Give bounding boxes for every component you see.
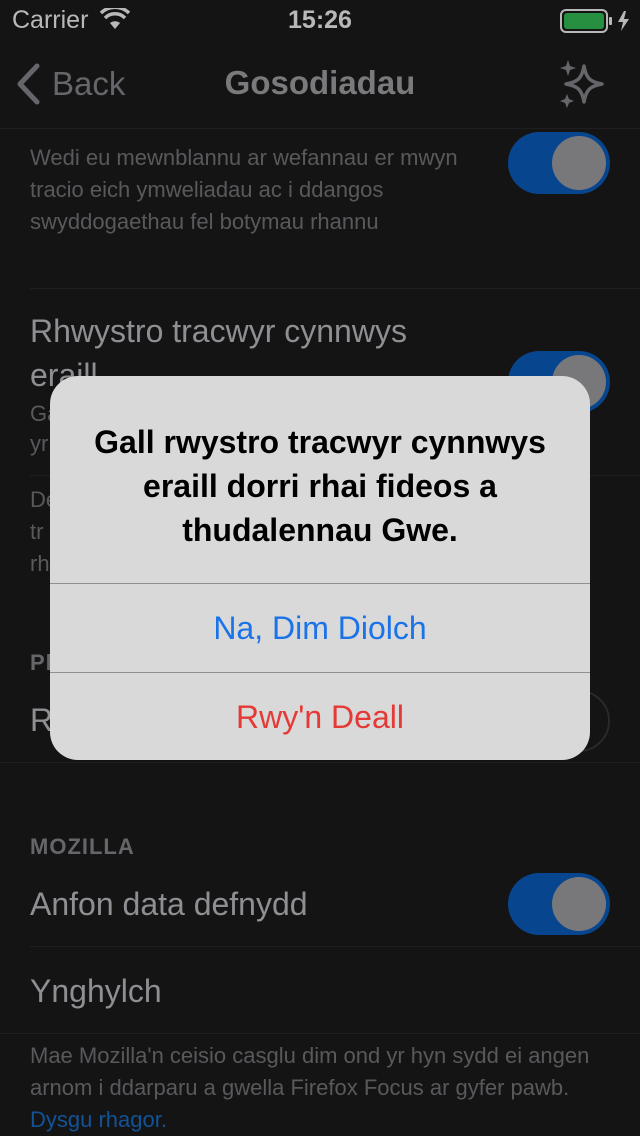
alert-dialog: Gall rwystro tracwyr cynnwys eraill dorr… — [50, 376, 590, 760]
alert-message: Gall rwystro tracwyr cynnwys eraill dorr… — [94, 424, 546, 548]
confirm-button[interactable]: Rwy'n Deall — [50, 673, 590, 760]
cancel-button[interactable]: Na, Dim Diolch — [50, 584, 590, 672]
